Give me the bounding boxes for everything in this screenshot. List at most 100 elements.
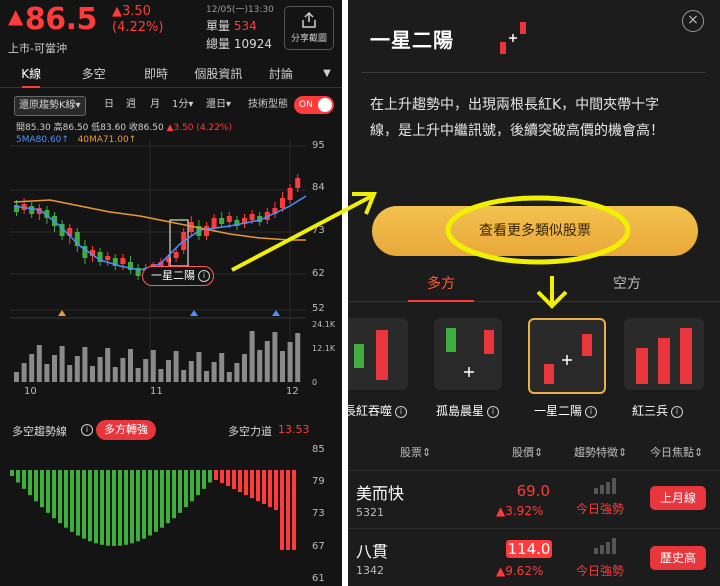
trend-bar <box>196 470 200 496</box>
info-icon[interactable]: i <box>585 406 598 418</box>
trend-bar <box>274 470 278 510</box>
trend-bar <box>46 470 50 513</box>
info-icon[interactable]: i <box>81 424 93 436</box>
trend-bar <box>148 470 152 536</box>
candle-body <box>219 218 225 224</box>
trend-bar <box>118 470 122 546</box>
close-button[interactable]: × <box>682 10 704 32</box>
volume-bar <box>59 346 65 382</box>
trend-feature: 今日強勢 <box>576 502 625 516</box>
trend-axis-tick: 67 <box>312 541 325 552</box>
pattern-card-one-star-two-yang[interactable] <box>528 318 606 394</box>
tab-bullish[interactable]: 多方 <box>348 268 534 302</box>
price-axis-tick: 84 <box>312 182 325 193</box>
trend-bar <box>250 470 254 498</box>
volume-bar <box>272 332 278 382</box>
pattern-tag-button[interactable]: 一星二陽 i <box>142 266 214 286</box>
pattern-detail-panel: × 一星二陽 在上升趨勢中，出現兩根長紅K，中間夾帶十字線，是上升中繼訊號，後續… <box>348 0 720 586</box>
stock-name[interactable]: 美而快 <box>356 480 404 504</box>
pattern-label: 孤島晨星 i <box>436 402 500 419</box>
volume-bar <box>105 348 111 382</box>
stock-change: ▲9.62% <box>496 564 544 578</box>
pattern-card-island-morning-star[interactable] <box>434 318 502 390</box>
volume-bar <box>36 345 42 382</box>
price-axis-tick: 73 <box>312 225 325 236</box>
trend-bar <box>256 470 260 501</box>
volume-bar <box>97 357 103 382</box>
trend-bar <box>76 470 80 536</box>
trend-histogram <box>10 470 296 550</box>
trend-badge: 多方轉強 <box>96 420 156 440</box>
info-icon[interactable]: i <box>671 406 684 418</box>
trend-bar <box>154 470 158 532</box>
trend-bar <box>190 470 194 502</box>
trend-bar <box>82 470 86 539</box>
stock-chart-panel: ▲86.5 ▲3.50 (4.22%) 上市-可當沖 12/05(一)13:30… <box>0 0 342 586</box>
volume-bar <box>257 350 263 382</box>
trend-bar <box>10 470 14 476</box>
stock-name[interactable]: 八貫 <box>356 538 388 562</box>
volume-bar <box>181 370 187 382</box>
focus-badge: 上月線 <box>650 486 706 510</box>
divider <box>362 72 706 73</box>
candle-body <box>295 178 301 188</box>
trend-bar <box>124 470 128 545</box>
pattern-card-three-red-soldiers[interactable] <box>624 318 704 390</box>
info-icon[interactable]: i <box>395 406 408 418</box>
trend-bar <box>136 470 140 542</box>
divider <box>348 470 720 471</box>
volume-bar <box>166 360 171 382</box>
volume-bar <box>242 354 247 382</box>
pattern-card-engulfing[interactable] <box>348 318 408 390</box>
marker-icon <box>190 310 198 316</box>
candle-body <box>29 206 35 214</box>
volume-bar <box>120 358 126 382</box>
trend-bar <box>58 470 62 524</box>
trend-bar <box>130 470 134 544</box>
view-similar-stocks-button[interactable]: 查看更多類似股票 <box>372 206 698 256</box>
trend-bar <box>214 470 218 480</box>
candle-body <box>211 218 217 228</box>
volume-bar <box>21 363 27 382</box>
pattern-thumbnail-icon <box>500 22 526 54</box>
date-axis-tick: 11 <box>150 386 163 397</box>
candlestick-chart[interactable] <box>0 0 342 400</box>
volume-bar <box>112 367 118 382</box>
trend-bar <box>226 470 230 486</box>
trend-bar <box>106 470 110 546</box>
stock-change: ▲3.92% <box>496 504 544 518</box>
volume-bar <box>295 333 301 382</box>
trend-bar <box>244 470 248 495</box>
price-axis-tick: 62 <box>312 268 325 279</box>
trend-bar <box>70 470 74 532</box>
trend-bar <box>64 470 68 528</box>
volume-bar <box>135 368 141 382</box>
candle-body <box>287 188 293 200</box>
force-value: 13.53 <box>278 423 310 436</box>
marker-icon <box>272 310 280 316</box>
pattern-cards: 長紅吞噬 i 孤島晨星 i 一星二陽 i 紅三兵 i <box>348 318 720 422</box>
signal-bars-icon <box>594 538 616 554</box>
trend-bar <box>268 470 272 507</box>
trend-bar <box>184 470 188 508</box>
tab-bearish[interactable]: 空方 <box>534 268 720 301</box>
volume-bar <box>234 363 240 382</box>
trend-bar <box>280 470 284 550</box>
price-axis-tick: 52 <box>312 303 325 314</box>
trend-bar <box>88 470 92 542</box>
header-focus[interactable]: 今日焦點⇕ <box>650 444 703 460</box>
trend-bar <box>220 470 224 483</box>
candle-body <box>249 214 255 220</box>
header-stock[interactable]: 股票⇕ <box>400 444 431 460</box>
candle-body <box>120 258 126 264</box>
header-trend[interactable]: 趨勢特徵⇕ <box>574 444 627 460</box>
pattern-label: 紅三兵 i <box>632 402 684 419</box>
header-price[interactable]: 股價⇕ <box>512 444 543 460</box>
info-icon: i <box>198 270 210 282</box>
trend-bar <box>232 470 236 489</box>
trend-feature: 今日強勢 <box>576 564 625 578</box>
volume-bar <box>219 353 225 382</box>
stock-price: 69.0 <box>516 482 550 500</box>
info-icon[interactable]: i <box>487 406 500 418</box>
date-axis-tick: 10 <box>24 386 37 397</box>
